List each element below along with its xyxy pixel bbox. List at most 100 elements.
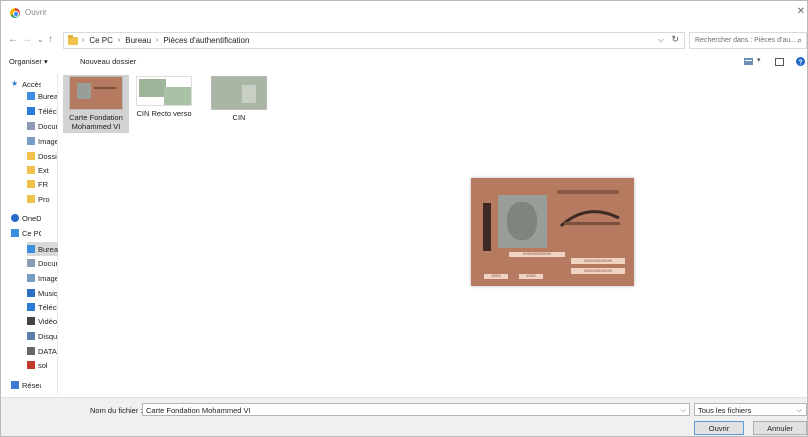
sidebar-item[interactable]: Pro: [27, 192, 57, 206]
file-thumbnail: [69, 76, 123, 110]
cancel-button[interactable]: Annuler: [753, 421, 807, 435]
breadcrumb-current-folder[interactable]: Pièces d'authentification: [163, 36, 249, 45]
sidebar-item[interactable]: Images: [27, 134, 57, 148]
sidebar-item[interactable]: Réseau: [11, 378, 41, 392]
filename-dropdown-icon[interactable]: ⌵: [680, 405, 686, 415]
file-item-carte-fondation[interactable]: Carte Fondation Mohammed VI: [63, 75, 129, 133]
sidebar-item-label: Téléchargements: [38, 302, 57, 312]
cloud-icon: [11, 214, 19, 222]
folder-icon: [68, 34, 78, 45]
card-barcode: [483, 203, 491, 251]
sidebar-item[interactable]: Musique: [27, 286, 57, 300]
dialog-footer: Nom du fichier : Carte Fondation Mohamme…: [1, 397, 807, 436]
open-button[interactable]: Ouvrir: [694, 421, 744, 435]
window-title: Ouvrir: [25, 8, 47, 17]
forward-arrow-icon[interactable]: →: [22, 34, 32, 45]
chrome-icon: [10, 8, 20, 18]
organize-menu[interactable]: Organiser ▾: [9, 57, 48, 66]
sidebar-item[interactable]: Bureau: [27, 89, 57, 103]
up-arrow-icon[interactable]: ↑: [48, 34, 53, 45]
breadcrumb-this-pc[interactable]: Ce PC: [89, 36, 113, 45]
sidebar-item[interactable]: Disque local: [27, 329, 57, 343]
sidebar-item[interactable]: Documents: [27, 256, 57, 270]
image-icon: [27, 137, 35, 145]
sidebar-item-label: Documents: [38, 121, 57, 131]
breadcrumb-desktop[interactable]: Bureau: [125, 36, 151, 45]
sidebar-item[interactable]: Téléchargements: [27, 300, 57, 314]
sidebar-item[interactable]: OneDrive: [11, 211, 41, 225]
close-icon[interactable]: ✕: [797, 6, 805, 17]
navigation-bar: ← → ⌄ ↑ › Ce PC › Bureau › Pièces d'auth…: [1, 31, 807, 51]
sidebar-item[interactable]: Téléchargements: [27, 104, 57, 118]
desktop-icon: [27, 245, 35, 253]
sidebar-item[interactable]: Bureau: [27, 242, 58, 256]
desktop-icon: [27, 92, 35, 100]
navigation-pane[interactable]: ★Accès rapide Bureau Téléchargements Docume…: [1, 73, 58, 395]
sidebar-item-label: Bureau: [38, 244, 58, 254]
sidebar-item-label: OneDrive: [22, 213, 41, 223]
sidebar-item-label: FR: [38, 179, 48, 189]
sidebar-item-label: Images: [38, 273, 57, 283]
back-arrow-icon[interactable]: ←: [8, 34, 18, 45]
breadcrumb-separator: ›: [82, 37, 85, 44]
preview-image: XXXXXXXXXXXX XXXXXXXXXXXX XXXXXXXXXXXX X…: [471, 178, 634, 286]
address-dropdown-icon[interactable]: ⌵: [658, 35, 664, 45]
file-type-dropdown-icon[interactable]: ⌵: [796, 405, 802, 415]
folder-icon: [27, 195, 35, 203]
folder-icon: [27, 152, 35, 160]
file-item-cin-recto-verso[interactable]: CIN Recto verso: [131, 75, 197, 133]
filename-label: Nom du fichier :: [90, 406, 143, 415]
filename-input[interactable]: Carte Fondation Mohammed VI ⌵: [142, 403, 690, 416]
sidebar-item[interactable]: Images: [27, 271, 57, 285]
preview-pane-icon[interactable]: [775, 58, 784, 66]
recent-locations-icon[interactable]: ⌄: [37, 35, 44, 44]
card-field: XXXXXXXXXXXX: [509, 252, 565, 257]
help-icon[interactable]: ?: [796, 57, 805, 66]
open-file-dialog: Ouvrir ✕ ← → ⌄ ↑ › Ce PC › Bureau › Pièc…: [0, 0, 808, 437]
star-icon: ★: [11, 79, 19, 88]
sidebar-item[interactable]: Documents: [27, 119, 57, 133]
file-type-select[interactable]: Tous les fichiers ⌵: [694, 403, 807, 416]
sidebar-item[interactable]: FR: [27, 177, 57, 191]
file-thumbnail: [211, 76, 267, 110]
view-options-icon[interactable]: [744, 58, 753, 65]
sidebar-item[interactable]: Ext: [27, 163, 57, 177]
card-field: XXXX: [519, 274, 543, 279]
file-thumbnail: [136, 76, 192, 106]
sidebar-item[interactable]: DATA: [27, 344, 57, 358]
download-icon: [27, 107, 35, 115]
card-field: XXXXXXXXXXXX: [571, 258, 625, 264]
computer-icon: [11, 229, 19, 237]
sidebar-item-label: Téléchargements: [38, 106, 57, 116]
command-bar: Organiser ▾ Nouveau dossier ▾ ?: [1, 56, 807, 70]
sidebar-item-label: Disque local: [38, 331, 57, 341]
video-icon: [27, 317, 35, 325]
sidebar-item-label: sol: [38, 360, 48, 370]
address-bar[interactable]: › Ce PC › Bureau › Pièces d'authentifica…: [63, 32, 685, 49]
file-list-pane[interactable]: Carte Fondation Mohammed VI CIN Recto ve…: [59, 73, 807, 395]
folder-icon: [27, 180, 35, 188]
refresh-icon[interactable]: ↻: [671, 34, 679, 45]
view-dropdown-icon[interactable]: ▾: [757, 56, 766, 64]
new-folder-button[interactable]: Nouveau dossier: [80, 57, 136, 66]
document-icon: [27, 122, 35, 130]
sidebar-item-label: DATA: [38, 346, 57, 356]
sidebar-item-label: Documents: [38, 258, 57, 268]
sidebar-item-label: Musique: [38, 288, 57, 298]
file-name: CIN Recto verso: [136, 109, 192, 118]
file-type-value: Tous les fichiers: [698, 406, 752, 415]
search-placeholder: Rechercher dans : Pièces d'au...: [695, 37, 796, 44]
card-field: XXXXXXXXXXXX: [571, 268, 625, 274]
sidebar-item-label: Dossier: [38, 151, 57, 161]
sidebar-item[interactable]: sol: [27, 358, 57, 372]
filename-value: Carte Fondation Mohammed VI: [146, 406, 251, 415]
sidebar-item[interactable]: Vidéos: [27, 314, 57, 328]
music-icon: [27, 289, 35, 297]
sidebar-item-label: Réseau: [22, 380, 41, 390]
search-box[interactable]: Rechercher dans : Pièces d'au... ⌕: [689, 32, 807, 49]
file-item-cin[interactable]: CIN: [206, 75, 272, 133]
sidebar-item[interactable]: Ce PC: [11, 226, 41, 240]
sidebar-item[interactable]: Dossier: [27, 149, 57, 163]
search-icon[interactable]: ⌕: [798, 36, 802, 46]
card-logo: [559, 210, 620, 228]
